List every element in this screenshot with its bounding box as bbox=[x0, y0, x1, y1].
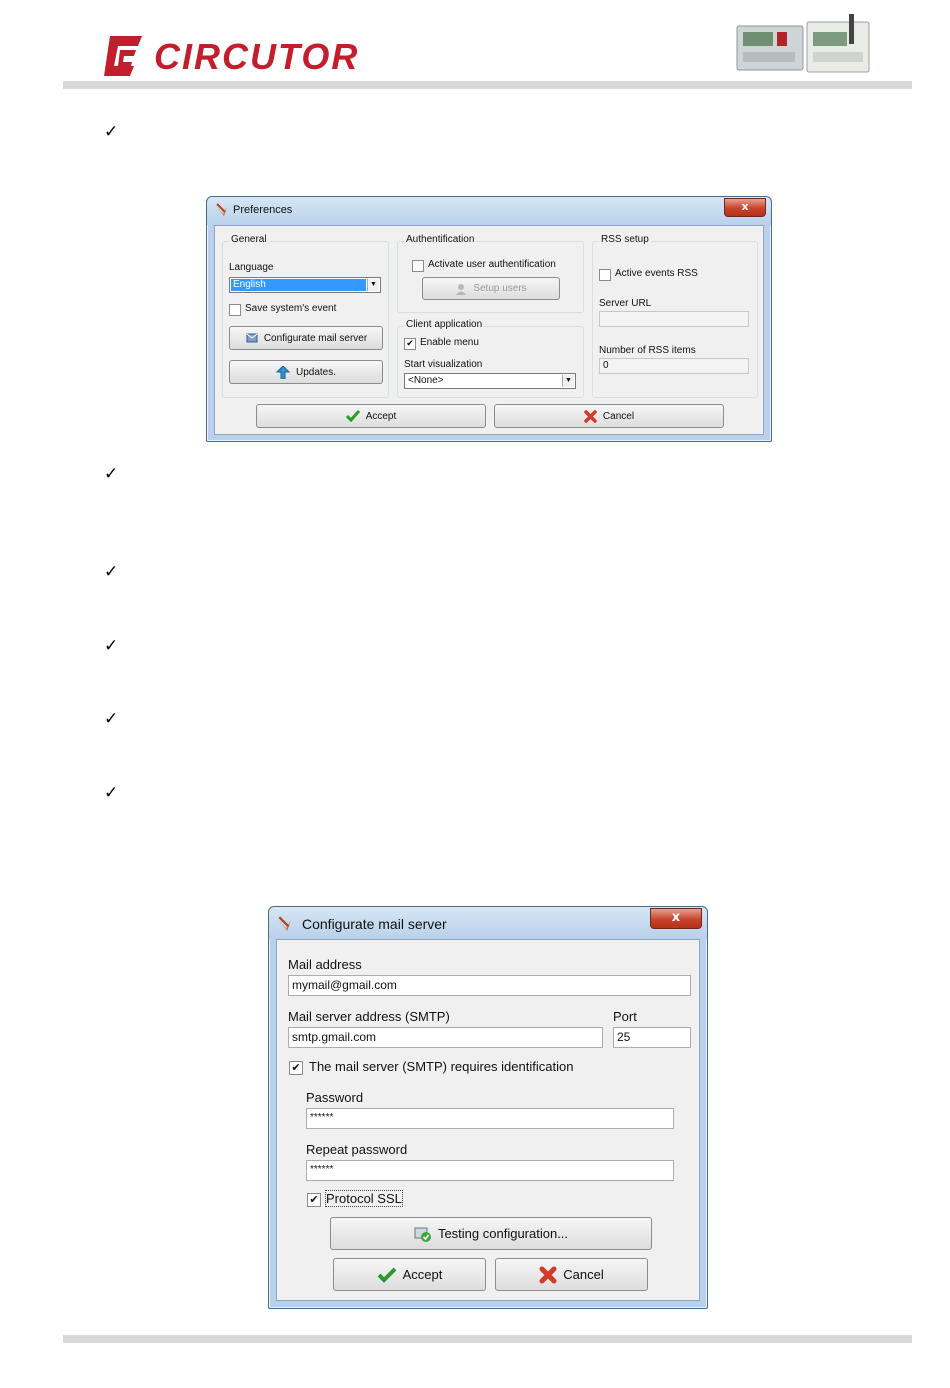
client-application-legend: Client application bbox=[404, 319, 485, 330]
circutor-logo-mark-icon bbox=[104, 36, 142, 76]
test-config-icon bbox=[414, 1227, 431, 1242]
activate-authentication-label[interactable]: Activate user authentification bbox=[428, 259, 556, 270]
smtp-label: Mail server address (SMTP) bbox=[288, 1009, 450, 1024]
preferences-client: General Language English ▼ Save system's… bbox=[214, 225, 764, 435]
preferences-accept-label: Accept bbox=[365, 410, 397, 422]
bullet-check-6: ✓ bbox=[104, 783, 119, 803]
rss-items-label: Number of RSS items bbox=[599, 345, 696, 356]
save-event-label[interactable]: Save system's event bbox=[245, 303, 336, 314]
password-label: Password bbox=[306, 1090, 364, 1105]
requires-identification-checkbox[interactable]: ✔ bbox=[289, 1061, 303, 1075]
client-application-group: Client application ✔ Enable menu Start v… bbox=[397, 319, 584, 398]
mail-cancel-label: Cancel bbox=[563, 1267, 604, 1282]
authentication-group: Authentification Activate user authentif… bbox=[397, 234, 584, 313]
rss-setup-legend: RSS setup bbox=[599, 234, 651, 245]
setup-users-label: Setup users bbox=[473, 283, 527, 294]
chevron-down-icon[interactable]: ▼ bbox=[562, 375, 574, 387]
mail-cancel-button[interactable]: Cancel bbox=[495, 1258, 648, 1291]
app-icon bbox=[216, 203, 227, 216]
start-visualization-value: <None> bbox=[408, 375, 444, 386]
meter-devices-image bbox=[736, 14, 870, 73]
authentication-legend: Authentification bbox=[404, 234, 477, 245]
configurate-mail-server-button[interactable]: Configurate mail server bbox=[229, 326, 383, 350]
bullet-check-2: ✓ bbox=[104, 464, 119, 484]
rss-setup-group: RSS setup Active events RSS Server URL N… bbox=[592, 234, 758, 398]
repeat-password-label: Repeat password bbox=[306, 1142, 408, 1157]
enable-menu-checkbox[interactable]: ✔ bbox=[404, 338, 416, 350]
header-rule bbox=[63, 81, 912, 89]
close-button[interactable]: x bbox=[650, 908, 702, 929]
mail-server-client: Mail address mymail@gmail.com Mail serve… bbox=[276, 939, 700, 1301]
start-visualization-label: Start visualization bbox=[404, 359, 483, 370]
mail-server-titlebar[interactable]: Configurate mail server x bbox=[269, 907, 707, 939]
preferences-titlebar[interactable]: Preferences x bbox=[207, 197, 771, 225]
close-icon: x bbox=[741, 200, 749, 213]
brand-name: CIRCUTOR bbox=[154, 36, 360, 77]
setup-users-button[interactable]: Setup users bbox=[422, 277, 560, 300]
ssl-label[interactable]: Protocol SSL bbox=[325, 1190, 403, 1207]
bullet-check-1: ✓ bbox=[104, 122, 119, 142]
chevron-down-icon[interactable]: ▼ bbox=[367, 279, 379, 291]
update-arrow-icon bbox=[275, 365, 290, 379]
cancel-x-icon bbox=[584, 409, 597, 423]
mail-address-input[interactable]: mymail@gmail.com bbox=[288, 975, 691, 996]
server-url-input[interactable] bbox=[599, 311, 749, 327]
port-label: Port bbox=[613, 1009, 637, 1024]
active-events-rss-checkbox[interactable] bbox=[599, 269, 611, 281]
configurate-mail-server-label: Configurate mail server bbox=[263, 332, 368, 344]
preferences-cancel-label: Cancel bbox=[602, 410, 635, 422]
bullet-check-3: ✓ bbox=[104, 562, 119, 582]
port-input[interactable]: 25 bbox=[613, 1027, 691, 1048]
close-button[interactable]: x bbox=[724, 198, 766, 217]
updates-button[interactable]: Updates. bbox=[229, 360, 383, 384]
start-visualization-select[interactable]: <None> ▼ bbox=[404, 373, 576, 389]
mail-server-icon bbox=[246, 333, 258, 343]
mail-accept-button[interactable]: Accept bbox=[333, 1258, 486, 1291]
preferences-cancel-button[interactable]: Cancel bbox=[494, 404, 724, 428]
activate-authentication-checkbox[interactable] bbox=[412, 260, 424, 272]
active-events-rss-label[interactable]: Active events RSS bbox=[615, 268, 698, 279]
bullet-check-4: ✓ bbox=[104, 636, 119, 656]
ssl-checkbox[interactable]: ✔ bbox=[307, 1193, 321, 1207]
language-label: Language bbox=[229, 262, 274, 273]
preferences-window: Preferences x General Language English ▼… bbox=[206, 196, 772, 442]
mail-address-label: Mail address bbox=[288, 957, 362, 972]
requires-identification-label[interactable]: The mail server (SMTP) requires identifi… bbox=[309, 1059, 573, 1074]
check-icon bbox=[377, 1267, 397, 1283]
language-value: English bbox=[231, 279, 366, 291]
mail-server-window: Configurate mail server x Mail address m… bbox=[268, 906, 708, 1309]
cancel-x-icon bbox=[539, 1266, 557, 1283]
general-legend: General bbox=[229, 234, 269, 245]
app-icon bbox=[278, 916, 291, 931]
updates-label: Updates. bbox=[295, 366, 337, 378]
enable-menu-label[interactable]: Enable menu bbox=[420, 337, 479, 348]
server-url-label: Server URL bbox=[599, 298, 652, 309]
rss-items-input[interactable]: 0 bbox=[599, 358, 749, 374]
preferences-title: Preferences bbox=[233, 204, 293, 216]
check-icon bbox=[345, 410, 360, 422]
preferences-accept-button[interactable]: Accept bbox=[256, 404, 486, 428]
circutor-logo: CIRCUTOR bbox=[102, 32, 357, 80]
users-icon bbox=[456, 283, 467, 295]
language-select[interactable]: English ▼ bbox=[229, 277, 381, 293]
testing-configuration-button[interactable]: Testing configuration... bbox=[330, 1217, 652, 1250]
repeat-password-input[interactable]: ****** bbox=[306, 1160, 674, 1181]
password-input[interactable]: ****** bbox=[306, 1108, 674, 1129]
close-icon: x bbox=[671, 910, 681, 925]
smtp-input[interactable]: smtp.gmail.com bbox=[288, 1027, 603, 1048]
mail-accept-label: Accept bbox=[402, 1267, 443, 1282]
general-group: General Language English ▼ Save system's… bbox=[222, 234, 389, 398]
testing-configuration-label: Testing configuration... bbox=[437, 1226, 569, 1241]
bullet-check-5: ✓ bbox=[104, 709, 119, 729]
save-event-checkbox[interactable] bbox=[229, 304, 241, 316]
mail-server-title: Configurate mail server bbox=[302, 916, 447, 932]
footer-rule bbox=[63, 1335, 912, 1343]
